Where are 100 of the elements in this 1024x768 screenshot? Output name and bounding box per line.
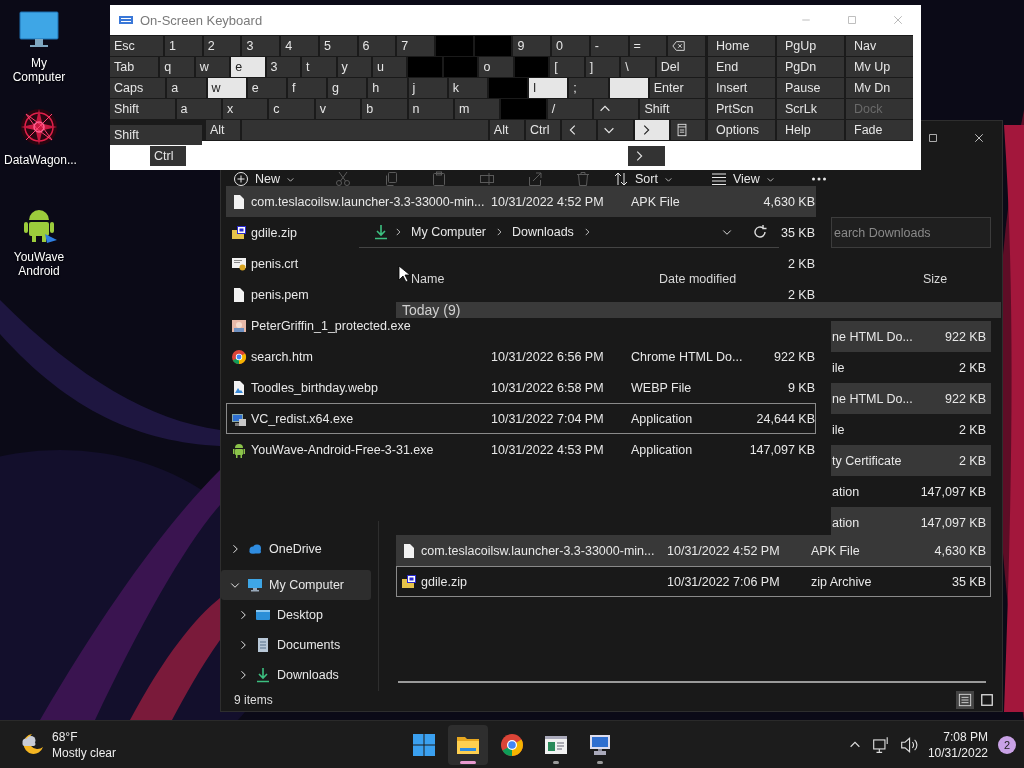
keyboard-key[interactable]: Ctrl: [526, 120, 561, 140]
keyboard-key[interactable]: 0: [552, 36, 589, 56]
file-row[interactable]: ne HTML Do... 922 KB: [831, 383, 991, 414]
keyboard-key[interactable]: Fade: [846, 120, 913, 140]
keyboard-key[interactable]: End: [708, 57, 775, 77]
keyboard-key[interactable]: Nav: [846, 36, 913, 56]
keyboard-key[interactable]: Insert: [708, 78, 775, 98]
view-button[interactable]: View: [710, 171, 775, 187]
keyboard-key[interactable]: Del: [656, 57, 705, 77]
file-row[interactable]: ile 2 KB: [831, 414, 991, 445]
keyboard-key[interactable]: a: [176, 99, 221, 119]
keyboard-key[interactable]: Home: [708, 36, 775, 56]
keyboard-key[interactable]: w: [195, 57, 230, 77]
keyboard-key[interactable]: q: [160, 57, 194, 77]
keyboard-key[interactable]: t: [302, 57, 336, 77]
keyboard-key[interactable]: x: [222, 99, 268, 119]
keyboard-key[interactable]: w: [207, 78, 246, 98]
file-row[interactable]: ation 147,097 KB: [831, 476, 991, 507]
keyboard-key[interactable]: [609, 78, 648, 98]
keyboard-key[interactable]: ;: [569, 78, 608, 98]
keyboard-key[interactable]: g: [328, 78, 367, 98]
keyboard-key[interactable]: -: [590, 36, 628, 56]
notification-badge[interactable]: 2: [998, 735, 1016, 754]
keyboard-key[interactable]: Shift: [110, 125, 202, 145]
keyboard-key[interactable]: y: [337, 57, 371, 77]
monitor-icon[interactable]: [19, 10, 59, 50]
clock-date[interactable]: 10/31/2022: [927, 744, 988, 761]
column-header[interactable]: Name: [411, 272, 659, 286]
keyboard-key[interactable]: Alt: [206, 120, 241, 140]
nav-item[interactable]: OneDrive: [221, 534, 371, 564]
details-view-button[interactable]: [956, 691, 974, 709]
keyboard-key[interactable]: Mv Dn: [846, 78, 913, 98]
taskbar-app[interactable]: [448, 724, 488, 765]
keyboard-key[interactable]: Enter: [649, 78, 706, 98]
file-row[interactable]: gdile.zip 10/31/2022 7:06 PM zip Archive 35 KB: [396, 566, 991, 597]
keyboard-key[interactable]: Shift: [110, 99, 175, 119]
file-row[interactable]: ne HTML Do... 922 KB: [831, 321, 991, 352]
keyboard-key[interactable]: =: [629, 36, 667, 56]
scrollbar[interactable]: [398, 681, 986, 683]
keyboard-key[interactable]: Pause: [777, 78, 844, 98]
keyboard-key[interactable]: 5: [319, 36, 357, 56]
keyboard-key[interactable]: /: [547, 99, 593, 119]
keyboard-key[interactable]: PgDn: [777, 57, 844, 77]
clock-time[interactable]: 7:08 PM: [943, 728, 988, 745]
keyboard-key[interactable]: ScrLk: [777, 99, 844, 119]
nav-item[interactable]: Documents: [221, 630, 371, 660]
keyboard-key[interactable]: \: [621, 57, 655, 77]
keyboard-key[interactable]: 2: [203, 36, 241, 56]
keyboard-key[interactable]: 7: [397, 36, 434, 56]
keyboard-key[interactable]: 6: [358, 36, 396, 56]
column-header[interactable]: Size: [923, 272, 983, 286]
keyboard-key[interactable]: a: [167, 78, 206, 98]
speaker-icon[interactable]: [899, 735, 918, 754]
keyboard-key[interactable]: h: [368, 78, 407, 98]
keyboard-key[interactable]: 1: [165, 36, 202, 56]
search-field[interactable]: earch Downloads: [831, 217, 991, 248]
keyboard-key[interactable]: e: [247, 78, 286, 98]
group-header[interactable]: Today (9): [396, 302, 1001, 318]
file-row[interactable]: com.teslacoilsw.launcher-3.3-33000-min... 10/31/2022 4:52 PM APK File 4,630 KB: [396, 535, 991, 566]
tiles-view-button[interactable]: [978, 691, 996, 709]
keyboard-key[interactable]: [668, 36, 705, 56]
keyboard-key[interactable]: Caps: [110, 78, 166, 98]
keyboard-key[interactable]: [670, 120, 705, 140]
trash-icon[interactable]: [575, 171, 591, 187]
clipboard-icon[interactable]: [431, 171, 447, 187]
nav-item[interactable]: Desktop: [221, 600, 371, 630]
keyboard-key[interactable]: [634, 120, 669, 140]
desktop-icon-label[interactable]: YouWave Android: [4, 250, 74, 278]
keyboard-key[interactable]: PrtScn: [708, 99, 775, 119]
new-button[interactable]: New: [233, 171, 295, 187]
keyboard-key[interactable]: e: [231, 57, 265, 77]
desktop-icon-label[interactable]: My Computer: [4, 56, 74, 84]
keyboard-key[interactable]: [: [550, 57, 584, 77]
keyboard-key[interactable]: m: [454, 99, 500, 119]
keyboard-key[interactable]: j: [408, 78, 447, 98]
file-row[interactable]: VC_redist.x64.exe 10/31/2022 7:04 PM Application 24,644 KB: [226, 403, 816, 434]
file-row[interactable]: com.teslacoilsw.launcher-3.3-33000-min... 10/31/2022 4:52 PM APK File 4,630 KB: [226, 186, 816, 217]
keyboard-key[interactable]: [562, 120, 597, 140]
keyboard-key[interactable]: Tab: [110, 57, 159, 77]
mandala-icon[interactable]: [19, 107, 59, 147]
column-header[interactable]: Date modified: [659, 272, 923, 286]
keyboard-key[interactable]: k: [448, 78, 487, 98]
desktop-icon-label[interactable]: DataWagon...: [4, 153, 74, 167]
keyboard-key[interactable]: Shift: [640, 99, 706, 119]
keyboard-key[interactable]: Ctrl: [150, 146, 186, 166]
keyboard-key[interactable]: Help: [777, 120, 844, 140]
keyboard-key[interactable]: b: [362, 99, 407, 119]
sort-button[interactable]: Sort: [613, 171, 673, 187]
keyboard-key[interactable]: n: [408, 99, 453, 119]
rename-icon[interactable]: [479, 171, 495, 187]
keyboard-key[interactable]: f: [287, 78, 327, 98]
path-segment[interactable]: Downloads: [508, 225, 578, 239]
keyboard-key[interactable]: PgUp: [777, 36, 844, 56]
keyboard-key[interactable]: Esc: [110, 36, 164, 56]
keyboard-key[interactable]: Mv Up: [846, 57, 913, 77]
keyboard-key[interactable]: 9: [513, 36, 551, 56]
keyboard-key[interactable]: o: [479, 57, 513, 77]
nav-item[interactable]: Downloads: [221, 660, 371, 690]
refresh-button[interactable]: [751, 223, 769, 241]
keyboard-key[interactable]: c: [269, 99, 314, 119]
